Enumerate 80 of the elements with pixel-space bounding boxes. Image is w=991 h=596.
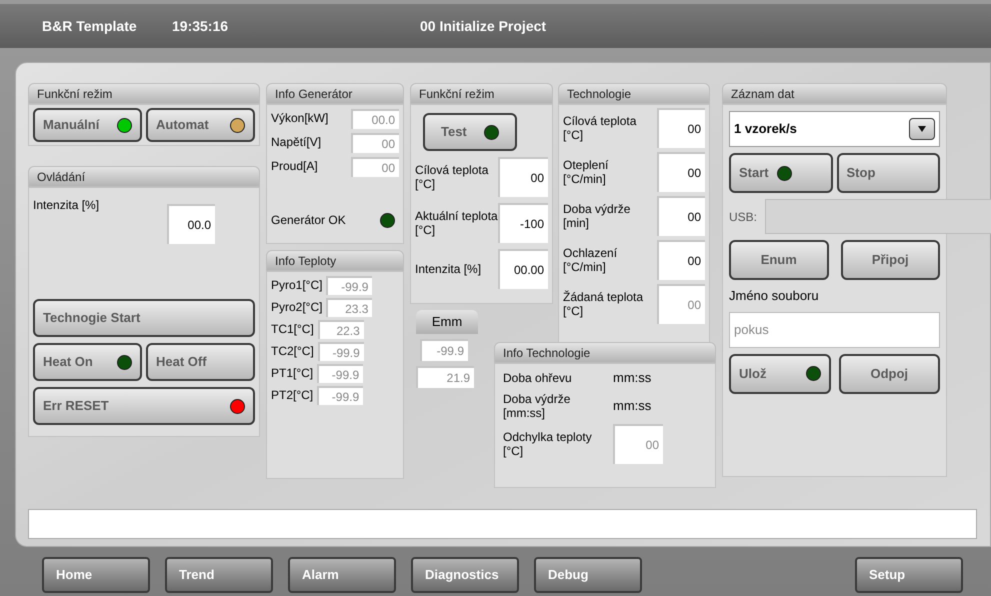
- field-label: TC2[°C]: [271, 343, 314, 360]
- panel-button[interactable]: Ulož: [729, 354, 830, 394]
- field-label: Pyro2[°C]: [271, 299, 322, 316]
- value-field[interactable]: 00.0: [351, 109, 399, 129]
- panel-button[interactable]: Heat On: [33, 343, 142, 381]
- filename-label: Jméno souboru: [729, 287, 820, 305]
- clock-time: 19:35:16: [172, 16, 230, 36]
- page-title: 00 Initialize Project: [420, 16, 546, 36]
- panel-button[interactable]: Technogie Start: [33, 299, 255, 337]
- value-field[interactable]: 00: [351, 133, 399, 153]
- field-label: Intenzita [%]: [33, 197, 100, 214]
- field-label: Oteplení [°C/min]: [563, 158, 610, 186]
- time-value: mm:ss: [613, 396, 652, 415]
- status-label: Generátor OK: [271, 212, 346, 229]
- panel-button[interactable]: Připoj: [840, 240, 940, 280]
- sample-rate-dropdown[interactable]: 1 vzorek/s: [729, 111, 940, 147]
- panel-button[interactable]: Manuální: [33, 108, 142, 142]
- value-field[interactable]: 00: [657, 108, 705, 148]
- nav-button[interactable]: Diagnostics: [411, 557, 519, 593]
- value-field[interactable]: -99.9: [317, 364, 364, 383]
- field-label: Doba výdrže [min]: [563, 202, 632, 230]
- value-field[interactable]: 22.3: [318, 320, 364, 339]
- nav-button[interactable]: Setup: [855, 557, 963, 593]
- panel-button[interactable]: Automat: [146, 108, 255, 142]
- panel-header: Info Technologie: [494, 342, 716, 363]
- panel-header: Technologie: [558, 83, 710, 104]
- field-label: Doba ohřevu: [503, 370, 573, 385]
- field-label: Aktuální teplota [°C]: [415, 209, 498, 237]
- value-field[interactable]: -99.9: [318, 342, 364, 361]
- value-field[interactable]: 00: [657, 196, 705, 236]
- value-field[interactable]: 00.0: [167, 204, 215, 244]
- time-value: mm:ss: [613, 369, 652, 387]
- value-field[interactable]: 00: [657, 240, 705, 280]
- panel-button[interactable]: Odpoj: [838, 354, 940, 394]
- field-label: Pyro1[°C]: [271, 277, 322, 294]
- value-field[interactable]: 23.3: [326, 298, 372, 317]
- field-label: Cílová teplota [°C]: [563, 114, 638, 142]
- value-field[interactable]: 00: [657, 284, 705, 324]
- field-label: Výkon[kW]: [271, 110, 328, 127]
- usb-label: USB:: [729, 208, 758, 226]
- panel-button[interactable]: Enum: [729, 240, 828, 280]
- value-field[interactable]: 00: [498, 157, 548, 197]
- value-field[interactable]: 21.9: [416, 366, 474, 388]
- panel-button[interactable]: Start: [729, 153, 832, 193]
- panel-header: Záznam dat: [722, 83, 947, 104]
- value-field[interactable]: -100: [498, 203, 548, 243]
- value-field[interactable]: 00: [613, 424, 663, 464]
- panel-header: Funkční režim: [410, 83, 553, 104]
- app-title: B&R Template: [42, 16, 138, 36]
- panel-button[interactable]: Err RESET: [33, 387, 255, 425]
- field-label: Žádaná teplota [°C]: [563, 290, 644, 318]
- panel-button[interactable]: Heat Off: [146, 343, 255, 381]
- field-label: TC1[°C]: [271, 321, 314, 338]
- nav-button[interactable]: Debug: [534, 557, 642, 593]
- panel-button[interactable]: Stop: [836, 153, 940, 193]
- field-label: Doba výdrže [mm:ss]: [503, 392, 572, 420]
- panel-header: Info Teploty: [266, 250, 404, 271]
- value-field[interactable]: 00: [657, 152, 705, 192]
- filename-field[interactable]: pokus: [729, 312, 940, 348]
- field-label: Cílová teplota [°C]: [415, 163, 490, 191]
- field-label: PT1[°C]: [271, 365, 314, 382]
- value-field[interactable]: -99.9: [317, 386, 364, 405]
- field-label: Intenzita [%]: [415, 262, 482, 276]
- field-label: Proud[A]: [271, 158, 318, 175]
- nav-button[interactable]: Home: [42, 557, 150, 593]
- nav-button[interactable]: Alarm: [288, 557, 396, 593]
- value-field[interactable]: -99.9: [326, 276, 372, 295]
- field-label: Napětí[V]: [271, 134, 322, 151]
- usb-field[interactable]: [765, 199, 991, 234]
- value-field[interactable]: -99.9: [420, 339, 468, 361]
- panel-header: Info Generátor: [266, 83, 404, 104]
- field-label: PT2[°C]: [271, 387, 314, 404]
- panel-button[interactable]: Test: [423, 113, 517, 151]
- value-field[interactable]: 00: [351, 157, 399, 177]
- field-label: Ochlazení [°C/min]: [563, 246, 618, 274]
- panel-header: Ovládání: [28, 166, 260, 187]
- nav-button[interactable]: Trend: [165, 557, 273, 593]
- field-label: Odchylka teploty [°C]: [503, 430, 593, 458]
- panel-header: Funkční režim: [28, 83, 260, 104]
- value-field[interactable]: 00.00: [498, 249, 548, 289]
